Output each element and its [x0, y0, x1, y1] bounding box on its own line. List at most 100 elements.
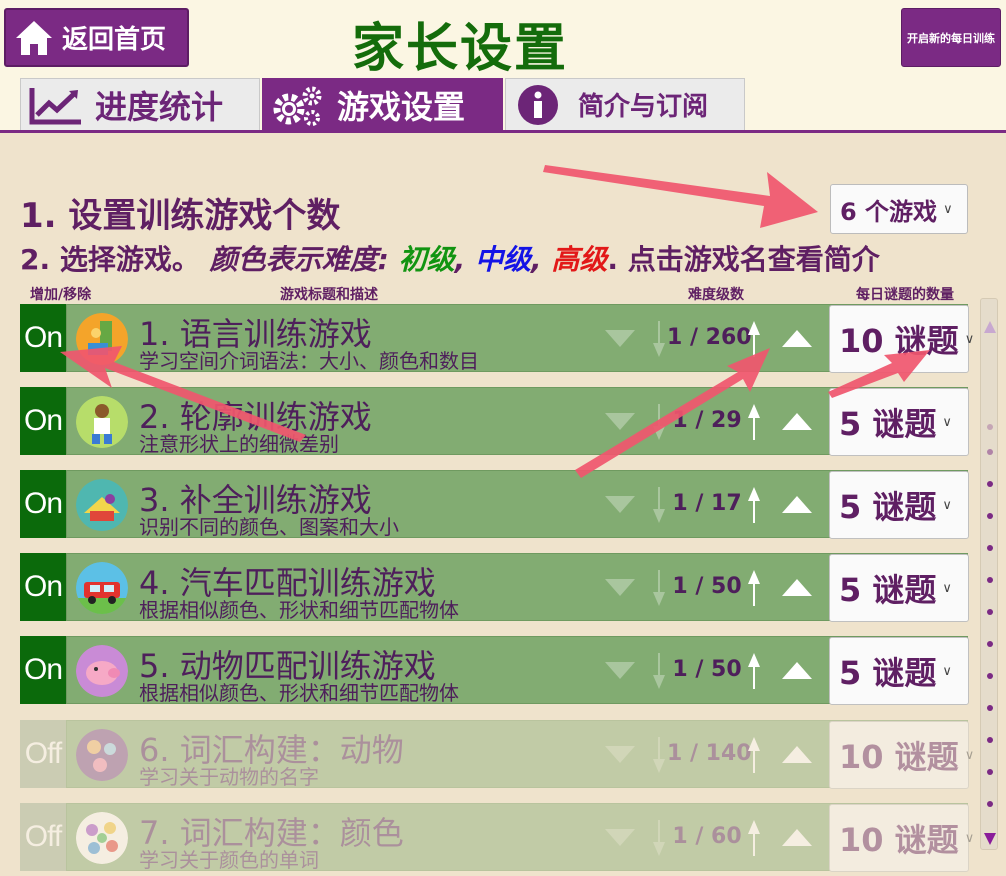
level-increase-icon[interactable]: [748, 737, 760, 773]
puzzle-count-select[interactable]: 10 谜题 ∨: [829, 721, 974, 789]
outline-game-icon[interactable]: [76, 396, 128, 448]
chevron-down-icon: ∨: [964, 747, 975, 763]
new-daily-training-button[interactable]: 开启新的每日训练: [901, 8, 1001, 67]
level-decrease-icon[interactable]: [653, 737, 665, 773]
car-game-icon[interactable]: [76, 562, 128, 614]
scroll-dot: [987, 737, 993, 743]
level-decrease-icon[interactable]: [653, 321, 665, 357]
level-increase-big-icon[interactable]: [782, 496, 812, 513]
game-toggle[interactable]: Off: [20, 803, 66, 871]
scroll-dot: [987, 481, 993, 487]
puzzle-count-select[interactable]: 5 谜题 ∨: [829, 637, 969, 705]
level-increase-big-icon[interactable]: [782, 413, 812, 430]
level-decrease-icon[interactable]: [653, 570, 665, 606]
game-level: 1 / 60: [672, 824, 742, 849]
tab-intro-label: 简介与订阅: [578, 92, 709, 122]
game-count-select[interactable]: 6 个游戏 ∨: [830, 184, 968, 234]
chevron-down-icon: ∨: [964, 830, 975, 846]
level-increase-icon[interactable]: [748, 321, 760, 357]
game-bar: 5. 动物匹配训练游戏 根据相似颜色、形状和细节匹配物体 1 / 50 5 谜题…: [66, 636, 969, 705]
tab-progress[interactable]: 进度统计: [20, 78, 260, 130]
level-increase-icon[interactable]: [748, 404, 760, 440]
game-description: 注意形状上的细微差别: [139, 432, 339, 456]
puzzle-count-select[interactable]: 5 谜题 ∨: [829, 388, 969, 456]
column-level-header: 难度级数: [688, 287, 744, 303]
step1-heading: 1. 设置训练游戏个数: [20, 196, 341, 236]
puzzle-count-value: 10 谜题: [839, 322, 959, 360]
level-decrease-big-icon[interactable]: [605, 829, 635, 846]
game-level: 1 / 17: [672, 491, 742, 516]
level-increase-icon[interactable]: [748, 653, 760, 689]
puzzle-count-value: 5 谜题: [839, 571, 937, 609]
level-decrease-icon[interactable]: [653, 653, 665, 689]
scroll-dot: [987, 705, 993, 711]
puzzle-count-value: 10 谜题: [839, 821, 959, 859]
step2-heading: 2. 选择游戏。 颜色表示难度: 初级, 中级, 高级. 点击游戏名查看简介: [20, 243, 880, 276]
game-description: 识别不同的颜色、图案和大小: [139, 515, 399, 539]
level-increase-big-icon[interactable]: [782, 746, 812, 763]
game-toggle[interactable]: On: [20, 387, 66, 455]
level-increase-big-icon[interactable]: [782, 829, 812, 846]
level-mid-label: 中级: [474, 243, 531, 276]
level-increase-icon[interactable]: [748, 570, 760, 606]
game-bar: 3. 补全训练游戏 识别不同的颜色、图案和大小 1 / 17 5 谜题 ∨: [66, 470, 969, 539]
chart-line-icon: [29, 87, 81, 124]
game-toggle[interactable]: On: [20, 636, 66, 704]
step2-suffix: . 点击游戏名查看简介: [607, 243, 880, 276]
page-title: 家长设置: [351, 18, 568, 79]
level-decrease-big-icon[interactable]: [605, 662, 635, 679]
game-row: On 3. 补全训练游戏 识别不同的颜色、图案和大小 1 / 17 5 谜题 ∨: [20, 470, 969, 539]
puzzle-count-select[interactable]: 5 谜题 ∨: [829, 471, 969, 539]
game-row: On 2. 轮廓训练游戏 注意形状上的细微差别 1 / 29 5 谜题 ∨: [20, 387, 969, 456]
step2-prefix: 2. 选择游戏。: [20, 243, 200, 276]
tab-progress-label: 进度统计: [95, 87, 224, 126]
puzzle-count-value: 10 谜题: [839, 738, 959, 776]
game-level: 1 / 50: [672, 657, 742, 682]
tab-game-settings[interactable]: 游戏设置: [262, 78, 503, 130]
game-toggle[interactable]: Off: [20, 720, 66, 788]
level-increase-big-icon[interactable]: [782, 330, 812, 347]
scroll-dot: [987, 424, 993, 430]
scroll-down-icon[interactable]: [984, 833, 996, 845]
level-decrease-big-icon[interactable]: [605, 496, 635, 513]
level-decrease-big-icon[interactable]: [605, 579, 635, 596]
chevron-down-icon: ∨: [942, 663, 952, 679]
level-decrease-icon[interactable]: [653, 404, 665, 440]
level-decrease-icon[interactable]: [653, 820, 665, 856]
animals-vocab-icon[interactable]: [76, 729, 128, 781]
puzzle-count-select[interactable]: 5 谜题 ∨: [829, 554, 969, 622]
puzzle-count-select[interactable]: 10 谜题 ∨: [829, 305, 974, 373]
level-increase-icon[interactable]: [748, 487, 760, 523]
game-toggle[interactable]: On: [20, 553, 66, 621]
tab-game-settings-label: 游戏设置: [337, 87, 466, 126]
game-level: 1 / 260: [667, 325, 752, 350]
animal-game-icon[interactable]: [76, 645, 128, 697]
step2-color-note: 颜色表示难度:: [209, 243, 389, 276]
language-game-icon[interactable]: [76, 313, 128, 365]
level-increase-big-icon[interactable]: [782, 662, 812, 679]
game-toggle[interactable]: On: [20, 304, 66, 372]
level-decrease-icon[interactable]: [653, 487, 665, 523]
colors-vocab-icon[interactable]: [76, 812, 128, 864]
scrollbar[interactable]: [980, 298, 998, 850]
level-decrease-big-icon[interactable]: [605, 746, 635, 763]
chevron-down-icon: ∨: [964, 331, 975, 347]
scroll-up-icon[interactable]: [984, 321, 996, 333]
game-bar: 6. 词汇构建：动物 学习关于动物的名字 1 / 140 10 谜题 ∨: [66, 720, 974, 789]
level-decrease-big-icon[interactable]: [605, 413, 635, 430]
puzzle-count-select[interactable]: 10 谜题 ∨: [829, 804, 974, 872]
level-easy-label: 初级: [398, 243, 455, 276]
level-decrease-big-icon[interactable]: [605, 330, 635, 347]
scroll-dot: [987, 801, 993, 807]
chevron-down-icon: ∨: [943, 201, 953, 217]
game-bar: 7. 词汇构建：颜色 学习关于颜色的单词 1 / 60 10 谜题 ∨: [66, 803, 974, 872]
game-toggle[interactable]: On: [20, 470, 66, 538]
level-increase-big-icon[interactable]: [782, 579, 812, 596]
scroll-dot: [987, 641, 993, 647]
puzzle-count-value: 5 谜题: [839, 405, 937, 443]
game-description: 根据相似颜色、形状和细节匹配物体: [139, 598, 459, 622]
completion-game-icon[interactable]: [76, 479, 128, 531]
scroll-dot: [987, 513, 993, 519]
tab-intro-subscribe[interactable]: 简介与订阅: [505, 78, 745, 130]
level-increase-icon[interactable]: [748, 820, 760, 856]
